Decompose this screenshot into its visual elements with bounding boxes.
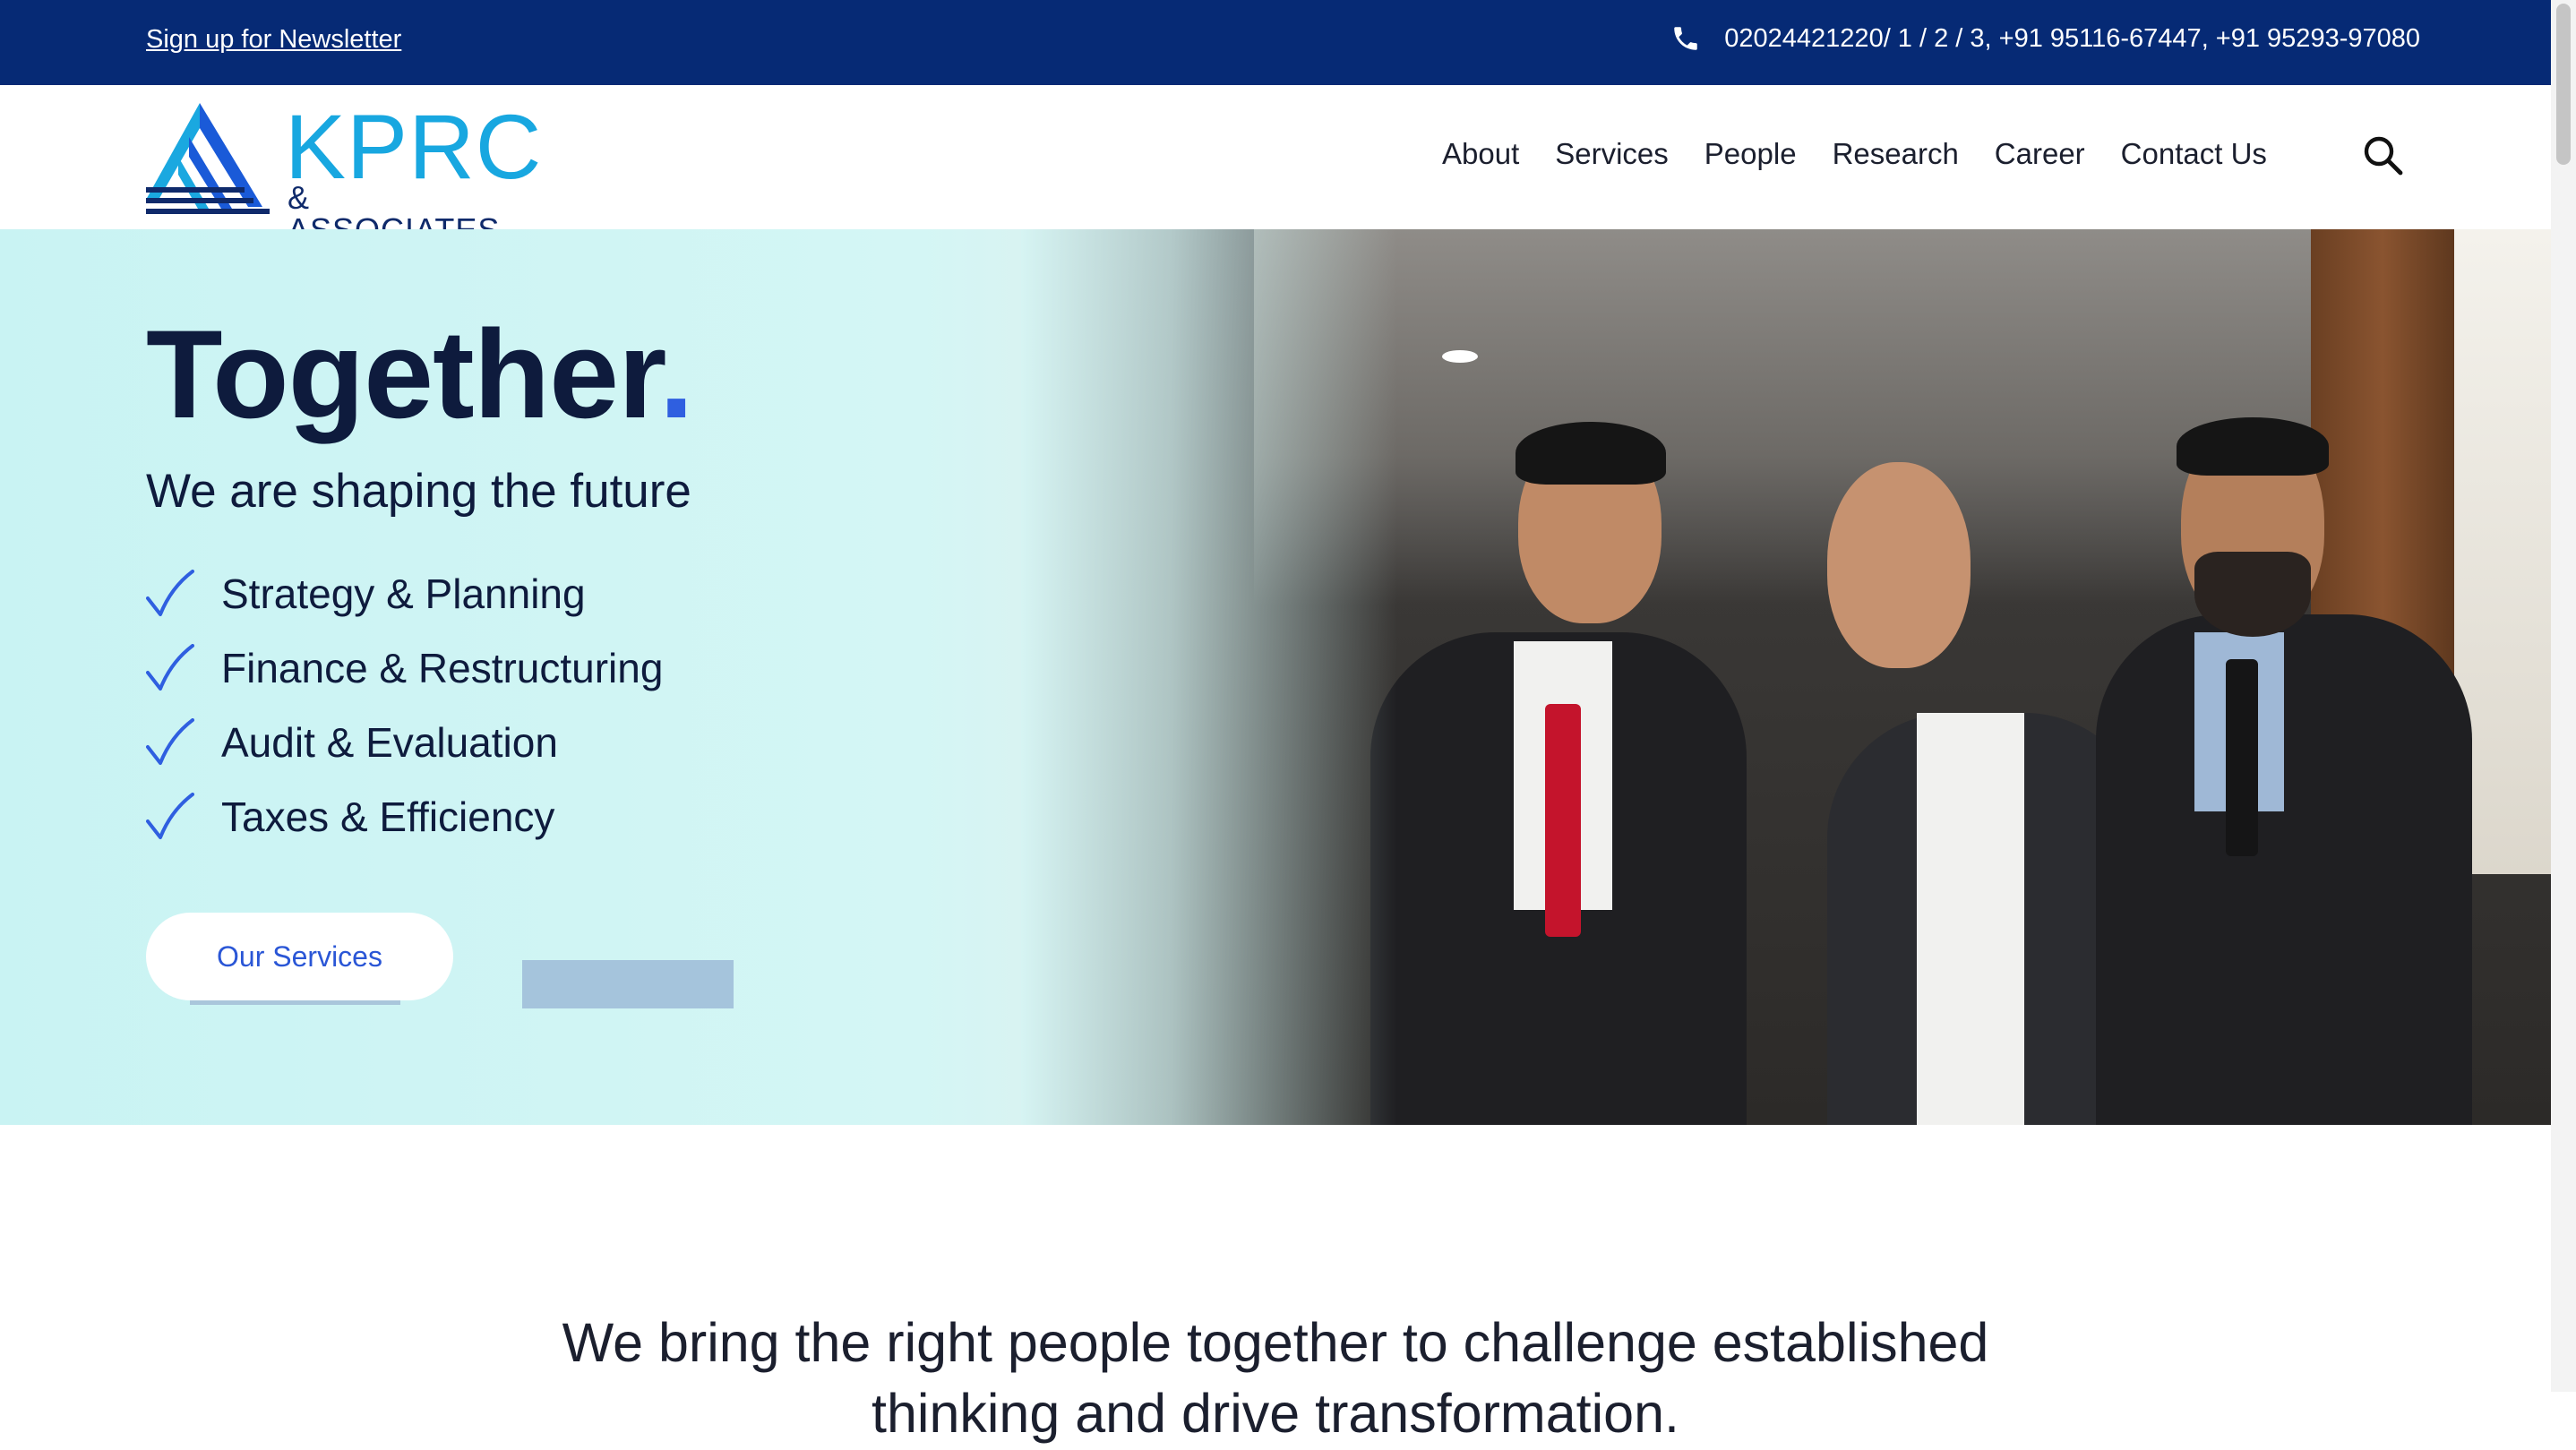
feature-label: Taxes & Efficiency: [221, 793, 555, 840]
scrollbar-thumb[interactable]: [2556, 4, 2571, 165]
slider-placeholder: [522, 960, 734, 1008]
top-bar: Sign up for Newsletter 02024421220/ 1 / …: [0, 0, 2551, 85]
feature-item: Taxes & Efficiency: [146, 779, 663, 854]
feature-item: Finance & Restructuring: [146, 631, 663, 705]
phone-icon: [1674, 27, 1698, 50]
feature-item: Audit & Evaluation: [146, 705, 663, 779]
nav-about[interactable]: About: [1442, 137, 1519, 171]
check-icon: [146, 792, 194, 839]
photo-ceiling-light: [1442, 350, 1478, 363]
intro-line-1: We bring the right people together to ch…: [562, 1312, 1989, 1373]
feature-label: Finance & Restructuring: [221, 644, 664, 691]
check-icon: [146, 569, 194, 616]
hero-title: Together.: [146, 312, 694, 437]
our-services-button[interactable]: Our Services: [146, 913, 453, 1000]
intro-line-2: thinking and drive transformation.: [872, 1383, 1679, 1445]
nav-career[interactable]: Career: [1995, 137, 2085, 171]
phone-numbers: 02024421220/ 1 / 2 / 3, +91 95116-67447,…: [1724, 23, 2420, 53]
logo-mark-icon: [146, 103, 270, 214]
feature-label: Strategy & Planning: [221, 570, 586, 617]
hero-subtitle: We are shaping the future: [146, 465, 691, 518]
main-nav: About Services People Research Career Co…: [1442, 137, 2303, 171]
feature-list: Strategy & Planning Finance & Restructur…: [146, 556, 663, 854]
page-scrollbar[interactable]: [2551, 0, 2576, 1392]
contact-phone: 02024421220/ 1 / 2 / 3, +91 95116-67447,…: [1670, 23, 2420, 54]
nav-research[interactable]: Research: [1833, 137, 1959, 171]
search-icon[interactable]: [2361, 133, 2404, 176]
photo-fade-overlay: [1021, 229, 1397, 1125]
nav-services[interactable]: Services: [1555, 137, 1669, 171]
feature-label: Audit & Evaluation: [221, 718, 558, 766]
newsletter-link[interactable]: Sign up for Newsletter: [146, 25, 401, 55]
site-header: KPRC & ASSOCIATES About Services People …: [0, 85, 2551, 246]
company-logo[interactable]: KPRC & ASSOCIATES: [146, 101, 541, 246]
nav-people[interactable]: People: [1704, 137, 1797, 171]
intro-statement: We bring the right people together to ch…: [0, 1308, 2551, 1450]
check-icon: [146, 643, 194, 691]
hero-banner: Together. We are shaping the future Stra…: [0, 229, 2551, 1125]
feature-item: Strategy & Planning: [146, 556, 663, 631]
nav-contact-us[interactable]: Contact Us: [2121, 137, 2267, 171]
logo-wordmark: KPRC: [285, 96, 543, 198]
hero-title-dot: .: [658, 304, 694, 444]
hero-title-text: Together: [146, 304, 660, 444]
check-icon: [146, 717, 194, 765]
